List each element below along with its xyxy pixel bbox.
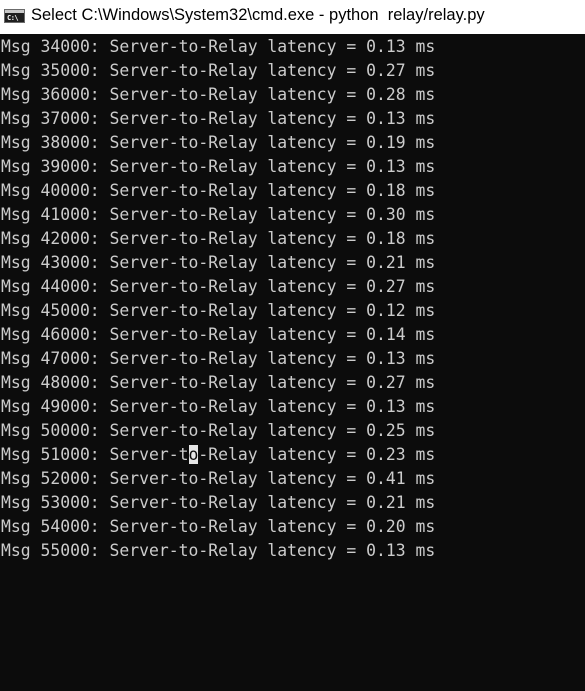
- console-line: Msg 41000: Server-to-Relay latency = 0.3…: [1, 205, 436, 224]
- command-prompt-icon[interactable]: C:\: [4, 9, 25, 23]
- console-line: Msg 46000: Server-to-Relay latency = 0.1…: [1, 325, 436, 344]
- console-line: Msg 36000: Server-to-Relay latency = 0.2…: [1, 85, 436, 104]
- console-line: Msg 47000: Server-to-Relay latency = 0.1…: [1, 349, 436, 368]
- selection-cursor[interactable]: o: [188, 445, 199, 464]
- selection-suffix-text: -Relay latency = 0.23 ms: [198, 445, 436, 464]
- console-line: Msg 45000: Server-to-Relay latency = 0.1…: [1, 301, 436, 320]
- console-line: Msg 39000: Server-to-Relay latency = 0.1…: [1, 157, 436, 176]
- title-bar[interactable]: C:\ Select C:\Windows\System32\cmd.exe -…: [0, 0, 585, 34]
- console-output[interactable]: Msg 34000: Server-to-Relay latency = 0.1…: [0, 34, 585, 691]
- console-line: Msg 54000: Server-to-Relay latency = 0.2…: [1, 517, 436, 536]
- console-line: Msg 52000: Server-to-Relay latency = 0.4…: [1, 469, 436, 488]
- selection-prefix-text: Msg 51000: Server-t: [1, 445, 189, 464]
- console-line: Msg 50000: Server-to-Relay latency = 0.2…: [1, 421, 436, 440]
- console-line: Msg 34000: Server-to-Relay latency = 0.1…: [1, 37, 436, 56]
- console-line: Msg 55000: Server-to-Relay latency = 0.1…: [1, 541, 436, 560]
- console-line: Msg 38000: Server-to-Relay latency = 0.1…: [1, 133, 436, 152]
- console-line-with-selection: Msg 51000: Server-to-Relay latency = 0.2…: [1, 443, 585, 467]
- console-line: Msg 40000: Server-to-Relay latency = 0.1…: [1, 181, 436, 200]
- cmd-window: C:\ Select C:\Windows\System32\cmd.exe -…: [0, 0, 585, 691]
- icon-prompt-glyph: C:\: [7, 14, 19, 22]
- console-line: Msg 49000: Server-to-Relay latency = 0.1…: [1, 397, 436, 416]
- console-line: Msg 48000: Server-to-Relay latency = 0.2…: [1, 373, 436, 392]
- console-line: Msg 42000: Server-to-Relay latency = 0.1…: [1, 229, 436, 248]
- window-title: Select C:\Windows\System32\cmd.exe - pyt…: [31, 5, 485, 24]
- console-line: Msg 53000: Server-to-Relay latency = 0.2…: [1, 493, 436, 512]
- console-line: Msg 35000: Server-to-Relay latency = 0.2…: [1, 61, 436, 80]
- console-line: Msg 44000: Server-to-Relay latency = 0.2…: [1, 277, 436, 296]
- console-line: Msg 37000: Server-to-Relay latency = 0.1…: [1, 109, 436, 128]
- icon-title-strip: [5, 10, 24, 13]
- console-line: Msg 43000: Server-to-Relay latency = 0.2…: [1, 253, 436, 272]
